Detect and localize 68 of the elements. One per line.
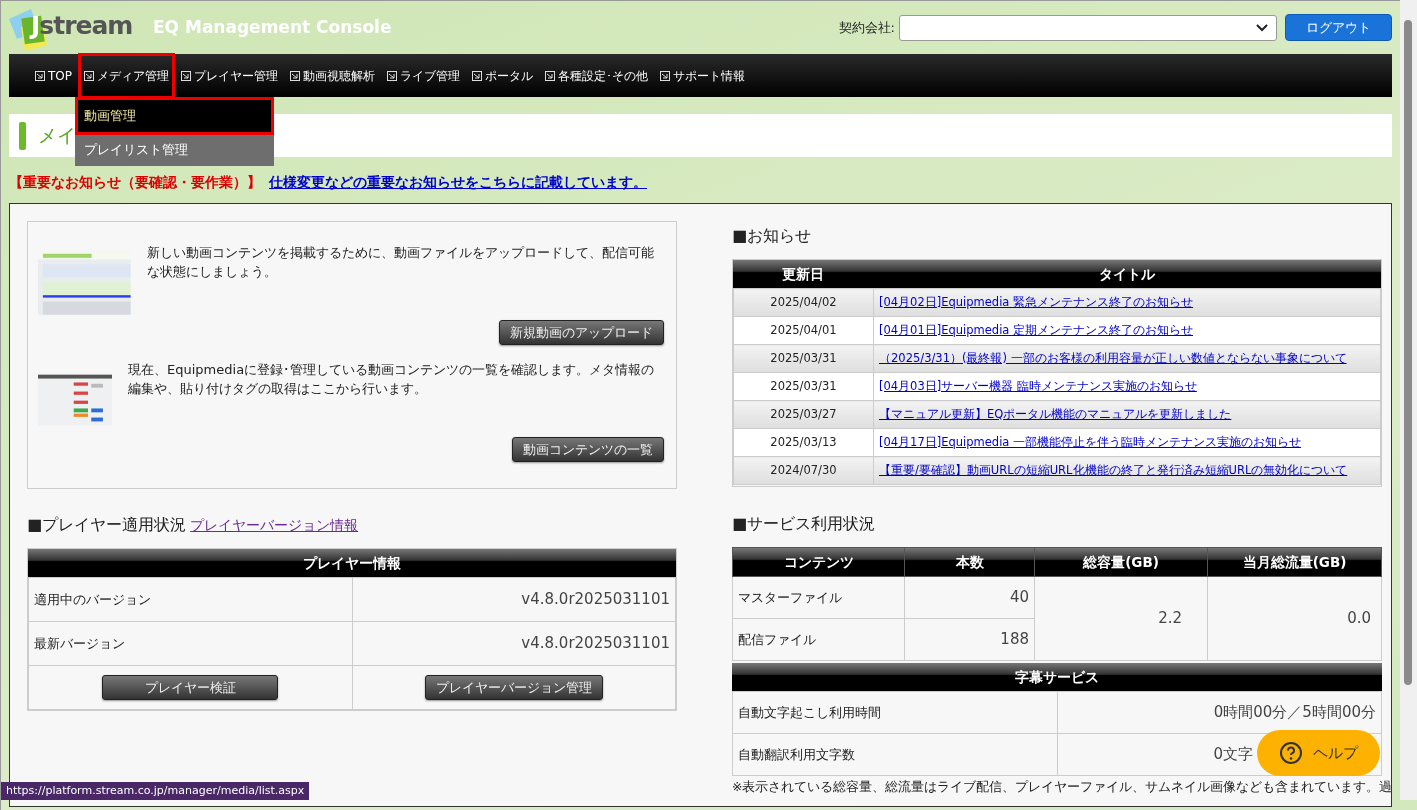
action-button[interactable]: 新規動画のアップロード (499, 319, 664, 345)
date-cell: 2025/03/27 (733, 400, 874, 429)
table-cell: 自動文字起こし利用時間 (732, 691, 1058, 734)
dropdown-item[interactable]: プレイリスト管理 (75, 135, 274, 166)
table-cell: v4.8.0r2025031101 (352, 621, 676, 666)
table-cell: 自動翻訳利用文字数 (732, 733, 1058, 776)
nav-menu-item[interactable]: ライブ管理 (381, 52, 466, 99)
date-cell: 2025/04/01 (733, 316, 874, 345)
company-label: 契約会社: (838, 18, 895, 37)
table-cell: 40 (904, 576, 1035, 619)
column-header: コンテンツ (733, 548, 904, 576)
nav-menu-item[interactable]: TOP (29, 52, 78, 99)
column-header: タイトル (873, 260, 1381, 288)
menu-bullet-icon (35, 70, 45, 81)
player-button[interactable]: プレイヤー検証 (102, 674, 279, 701)
date-cell: 2024/07/30 (733, 456, 874, 485)
nav-menu-item[interactable]: 動画視聴解析 (284, 52, 381, 99)
important-notice-link[interactable]: 仕様変更などの重要なお知らせをこちらに記載しています。 (269, 174, 647, 190)
date-cell: 2025/03/31 (733, 344, 874, 373)
nav-menu-item[interactable]: プレイヤー管理 (175, 52, 284, 99)
menu-bullet-icon (290, 70, 300, 81)
menu-bullet-icon (181, 70, 191, 81)
table-cell: v4.8.0r2025031101 (352, 577, 676, 622)
date-cell: 2025/03/31 (733, 372, 874, 401)
table-cell: 配信ファイル (732, 618, 905, 661)
column-header: 総容量(GB) (1035, 548, 1207, 576)
date-cell: 2025/04/02 (733, 288, 874, 317)
scrollbar[interactable] (1400, 0, 1417, 800)
description-text: 新しい動画コンテンツを掲載するために、動画ファイルをアップロードして、配信可能な状態にしましょう。 (146, 244, 655, 281)
table-header: プレイヤー情報 (28, 549, 676, 577)
column-header: 本数 (905, 548, 1034, 576)
section-heading: ■お知らせ (732, 225, 813, 247)
logout-button[interactable]: ログアウト (1285, 13, 1392, 42)
column-header: 更新日 (733, 260, 873, 288)
section-heading: ■プレイヤー適用状況 (27, 514, 187, 536)
table-cell: 2.2 (1034, 576, 1208, 661)
table-cell: 適用中のバージョン (28, 577, 352, 622)
table-cell: 0.0 (1207, 576, 1382, 661)
dropdown-item[interactable]: 動画管理 (75, 96, 274, 136)
menu-bullet-icon (387, 70, 397, 81)
column-header: 当月総流量(GB) (1208, 548, 1381, 576)
table-header: 字幕サービス (732, 663, 1382, 691)
nav-menu-item[interactable]: ポータル (466, 52, 539, 99)
help-button[interactable]: ヘルプ (1257, 730, 1380, 776)
app-title: EQ Management Console (153, 15, 392, 39)
company-select[interactable] (899, 14, 1277, 41)
player-version-link[interactable]: プレイヤーバージョン情報 (190, 515, 359, 536)
help-icon (1279, 741, 1303, 765)
nav-menu-item[interactable]: 各種設定･その他 (539, 52, 654, 99)
menu-bullet-icon (472, 70, 482, 81)
date-cell: 2025/03/13 (733, 428, 874, 457)
player-button[interactable]: プレイヤーバージョン管理 (424, 674, 603, 701)
menu-bullet-icon (545, 70, 555, 81)
page-heading: メイ (38, 123, 76, 149)
heading-accent-bar (19, 121, 26, 150)
section-heading: ■サービス利用状況 (732, 513, 877, 535)
action-button[interactable]: 動画コンテンツの一覧 (512, 436, 664, 462)
table-cell-text: 0時間00分／5時間00分 (1213, 703, 1376, 722)
important-notice-label: 【重要なお知らせ（要確認・要作業）】 (9, 174, 261, 190)
footnote-text: ※表示されている総容量、総流量はライブ配信、プレイヤーファイル、サムネイル画像なども含まれています。過 (732, 779, 1391, 796)
menu-bullet-icon (84, 70, 94, 81)
nav-menu-item[interactable]: サポート情報 (654, 52, 751, 99)
chevron-down-icon (1256, 23, 1268, 32)
table-cell: 最新バージョン (28, 621, 352, 666)
table-cell: マスターファイル (732, 576, 905, 619)
menu-bullet-icon (660, 70, 670, 81)
table-cell-text: 0文字 (1213, 745, 1253, 764)
description-text: 現在、Equipmediaに登録･管理している動画コンテンツの一覧を確認します。メタ情報の編集や、貼り付けタグの取得はここから行います。 (128, 361, 656, 398)
